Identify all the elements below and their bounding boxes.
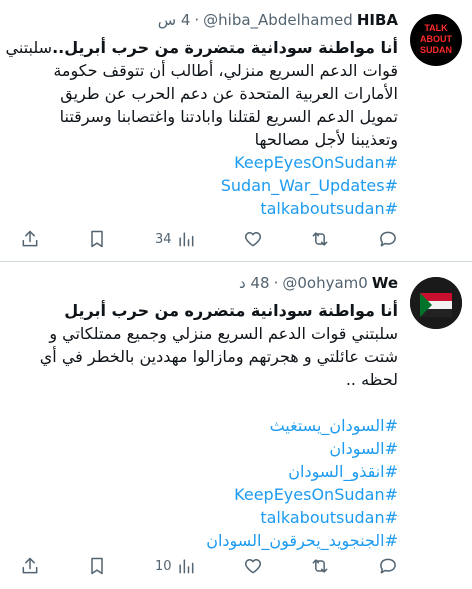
tweet-header: We @0ohyam0 · 48 د — [239, 273, 398, 293]
hashtag-link[interactable]: #KeepEyesOnSudan — [26, 483, 398, 506]
views-button[interactable]: 10 — [155, 556, 196, 576]
avatar[interactable]: TALK ABOUT SUDAN — [410, 14, 462, 66]
text-line: شتت عائلتي و هجرتهم ومازالوا مهددين بالخ… — [39, 347, 398, 366]
action-bar: 34 — [20, 227, 398, 251]
user-handle[interactable]: @hiba_Abdelhamed — [203, 10, 353, 30]
hashtag-link[interactable]: #السودان_يستغيث — [26, 414, 398, 437]
hashtag-link[interactable]: #talkaboutsudan — [26, 506, 398, 529]
bookmark-button[interactable] — [87, 229, 107, 249]
action-bar: 10 — [20, 554, 398, 578]
bookmark-icon — [91, 557, 104, 575]
timeline-feed: TALK ABOUT SUDAN HIBA @hiba_Abdelhamed ·… — [0, 0, 472, 589]
reply-icon — [380, 231, 396, 247]
hashtag-link[interactable]: #KeepEyesOnSudan — [26, 151, 398, 174]
hashtag-link[interactable]: #السودان — [26, 437, 398, 460]
sudan-flag-avatar — [410, 277, 462, 329]
display-name[interactable]: We — [372, 273, 398, 293]
hashtag-link[interactable]: #انقذو_السودان — [26, 460, 398, 483]
share-button[interactable] — [20, 556, 40, 576]
text-line: الأمارات العربية المتحدة عن دعم الحرب عن… — [60, 84, 398, 103]
user-handle[interactable]: @0ohyam0 — [282, 273, 367, 293]
display-name[interactable]: HIBA — [357, 10, 398, 30]
like-button[interactable] — [243, 556, 263, 576]
retweet-icon — [313, 232, 328, 246]
talk-about-sudan-logo: TALK ABOUT SUDAN — [419, 23, 452, 55]
views-count: 34 — [154, 231, 172, 247]
retweet-icon — [313, 559, 328, 573]
bookmark-icon — [91, 230, 104, 248]
text-line: سلبتني قوات الدعم السريع منزلي وجميع ممت… — [49, 324, 398, 343]
tweet-header: HIBA @hiba_Abdelhamed · 4 س — [158, 10, 398, 30]
reply-icon — [380, 558, 396, 574]
timestamp[interactable]: 48 د — [239, 273, 270, 293]
retweet-button[interactable] — [310, 556, 330, 576]
reply-button[interactable] — [378, 229, 398, 249]
tweet-text: أنا مواطنة سودانية متضررة من حرب أبريل..… — [5, 36, 398, 220]
text-line: لحظه .. — [345, 370, 398, 389]
hashtag-link[interactable]: #talkaboutsudan — [26, 197, 398, 220]
avatar[interactable] — [410, 277, 462, 329]
tweet-2[interactable]: We @0ohyam0 · 48 د أنا مواطنة سودانية مت… — [0, 263, 472, 589]
analytics-icon — [178, 232, 193, 247]
share-button[interactable] — [20, 229, 40, 249]
heart-icon — [244, 232, 262, 247]
like-button[interactable] — [243, 229, 263, 249]
analytics-icon — [178, 559, 193, 574]
tweet-1[interactable]: TALK ABOUT SUDAN HIBA @hiba_Abdelhamed ·… — [0, 0, 472, 262]
bookmark-button[interactable] — [87, 556, 107, 576]
text-line: أنا مواطنة سودانية متضرره من حرب أبريل — [64, 301, 398, 320]
separator-dot: · — [273, 274, 279, 292]
heart-icon — [244, 559, 262, 574]
hashtag-link[interactable]: #الجنجويد_يحرقون_السودان — [26, 529, 398, 552]
text-line: قوات الدعم السريع منزلي، أطالب أن تتوقف … — [53, 61, 398, 80]
share-icon — [22, 230, 38, 247]
text-line: وتعذيبنا لأجل مصالحها — [254, 130, 398, 149]
share-icon — [22, 557, 38, 574]
tweet-text: أنا مواطنة سودانية متضرره من حرب أبريل س… — [26, 299, 398, 552]
text-line: تمويل الدعم السريع لقتلنا وابادتنا واغتص… — [59, 107, 398, 126]
reply-button[interactable] — [378, 556, 398, 576]
hashtag-link[interactable]: #Sudan_War_Updates — [26, 174, 398, 197]
text-line: أنا مواطنة سودانية متضررة من حرب أبريل..… — [5, 38, 398, 57]
separator-dot: · — [194, 11, 200, 29]
retweet-button[interactable] — [310, 229, 330, 249]
timestamp[interactable]: 4 س — [158, 10, 191, 30]
views-button[interactable]: 34 — [155, 229, 196, 249]
views-count: 10 — [154, 558, 172, 574]
